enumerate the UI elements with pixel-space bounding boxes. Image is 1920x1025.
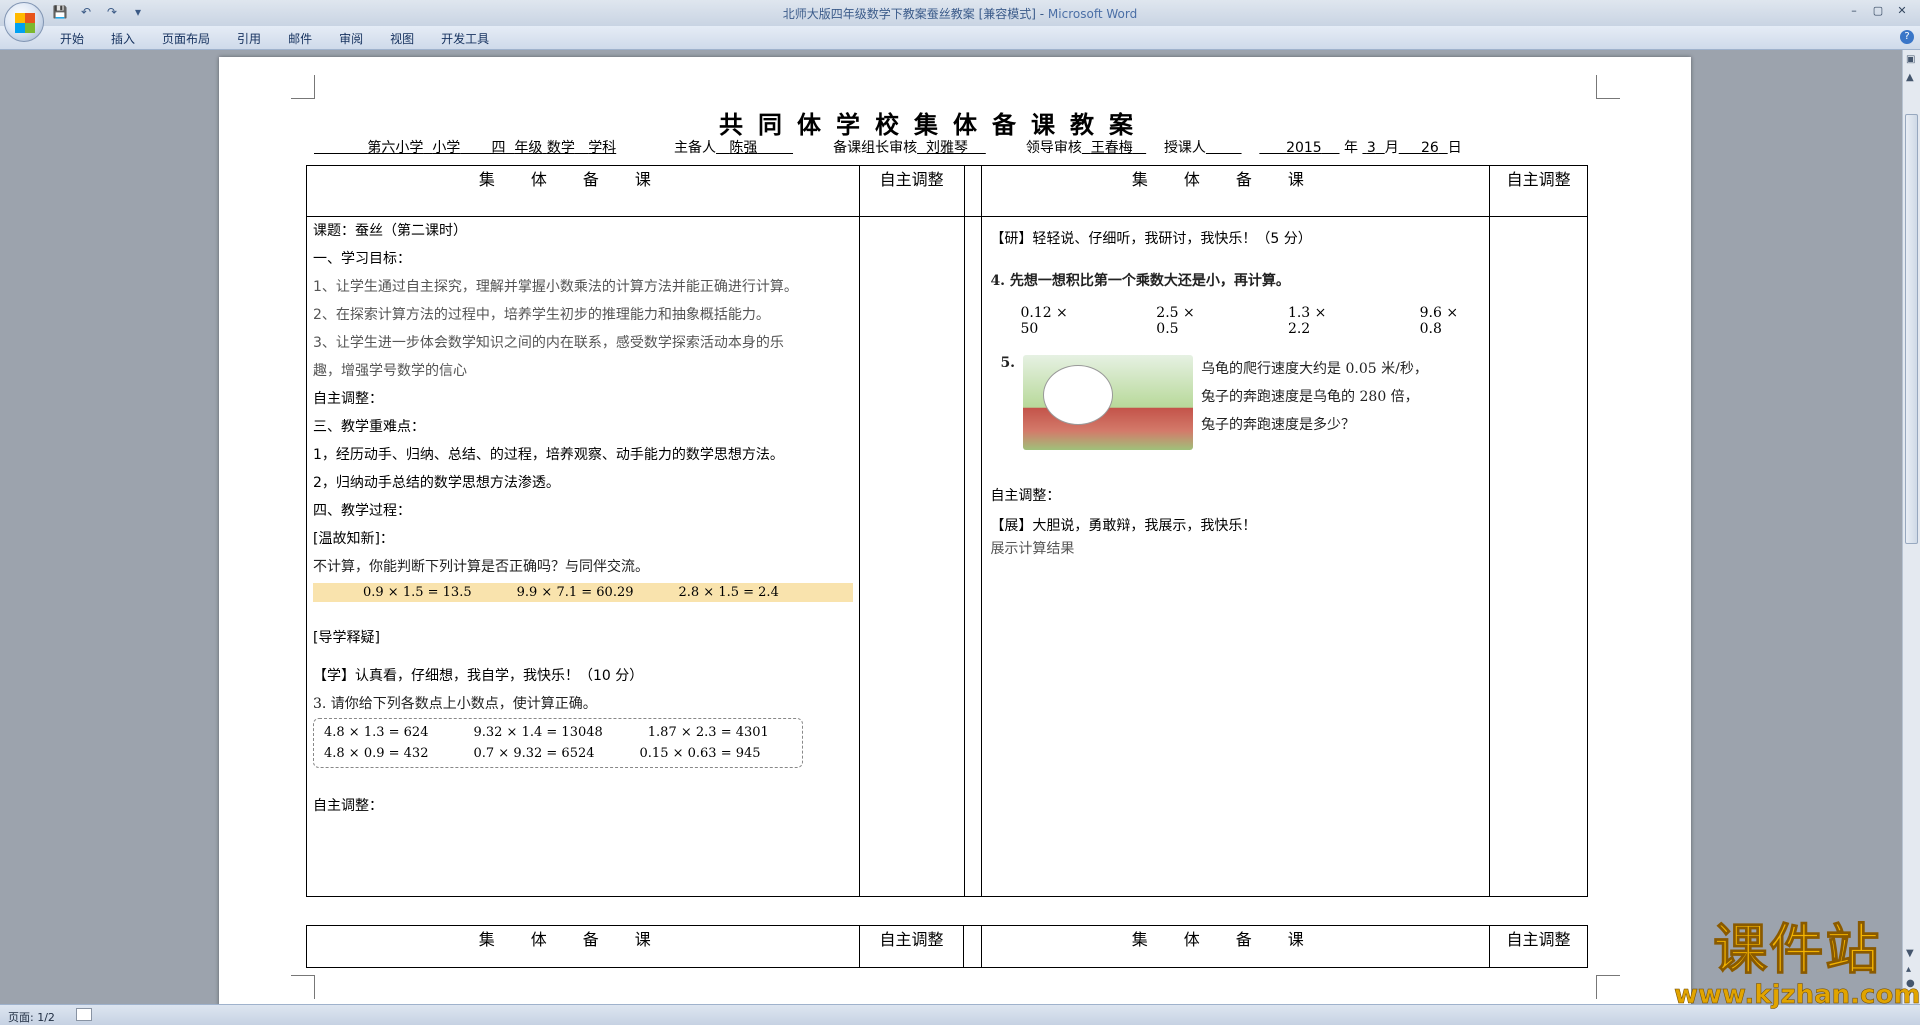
process-title: 四、教学过程： bbox=[313, 503, 411, 519]
header-gap bbox=[963, 165, 983, 217]
document-title: 共同体学校集体备课教案 bbox=[719, 110, 1148, 139]
status-bar: 页面: 1/2 bbox=[0, 1004, 1920, 1025]
tab-page-layout[interactable]: 页面布局 bbox=[162, 30, 210, 47]
tab-insert[interactable]: 插入 bbox=[111, 30, 135, 47]
header-adjust-right: 自主调整 bbox=[1489, 165, 1588, 217]
header-main-right: 集体备课 bbox=[981, 925, 1491, 968]
q3-equation: 0.15 × 0.63 = 945 bbox=[639, 746, 761, 761]
close-button[interactable]: ✕ bbox=[1890, 2, 1914, 20]
scrollbar-thumb[interactable] bbox=[1905, 114, 1918, 544]
adjust-label: 自主调整： bbox=[313, 391, 383, 407]
header-adjust-left: 自主调整 bbox=[858, 165, 965, 217]
header-adjust-left: 自主调整 bbox=[858, 925, 965, 968]
margin-corner bbox=[291, 975, 315, 999]
window-controls: – ▢ ✕ bbox=[1842, 2, 1914, 20]
lesson-plan-table-2: 集体备课 自主调整 集体备课 自主调整 bbox=[306, 925, 1588, 968]
review-equations: 0.9 × 1.5 = 13.5 9.9 × 7.1 = 60.29 2.8 ×… bbox=[313, 583, 853, 602]
header-main-right: 集体备课 bbox=[981, 165, 1491, 217]
goals-title: 一、学习目标： bbox=[313, 251, 411, 267]
question-5: 5. 乌龟的爬行速度大约是 0.05 米/秒， 兔子的奔跑速度是乌龟的 280 … bbox=[1000, 355, 1481, 450]
adjust-label: 自主调整： bbox=[990, 488, 1061, 504]
quick-access-toolbar: 💾 ↶ ↷ ▾ bbox=[52, 4, 146, 20]
question-3: 3. 请你给下列各数点上小数点，使计算正确。 bbox=[313, 696, 597, 712]
margin-corner bbox=[291, 75, 315, 99]
window-title: 北师大版四年级数学下教案蚕丝教案 [兼容模式] - Microsoft Word bbox=[782, 7, 1138, 21]
review-equation: 2.8 × 1.5 = 2.4 bbox=[678, 585, 779, 600]
document-page[interactable]: 共同体学校集体备课教案 第六小学 小学 四 年级 数学 学科 主备人 陈强 备课… bbox=[219, 57, 1691, 1007]
office-button[interactable] bbox=[4, 2, 44, 42]
help-icon[interactable]: ? bbox=[1900, 30, 1914, 44]
save-icon[interactable]: 💾 bbox=[52, 4, 68, 20]
tab-view[interactable]: 视图 bbox=[390, 30, 414, 47]
left-content-cell[interactable]: 课题：蚕丝（第二课时） 一、学习目标： 1、让学生通过自主探究，理解并掌握小数乘… bbox=[306, 216, 860, 897]
margin-corner bbox=[1596, 975, 1620, 999]
right-adjust-cell[interactable] bbox=[1489, 216, 1588, 897]
key-title: 三、教学重难点： bbox=[313, 419, 425, 435]
gap-cell bbox=[963, 216, 983, 897]
goal-item: 2、在探索计算方法的过程中，培养学生初步的推理能力和抽象概括能力。 bbox=[313, 307, 770, 323]
qat-more-icon[interactable]: ▾ bbox=[130, 4, 146, 20]
question-4-items: 0.12 × 50 2.5 × 0.5 1.3 × 2.2 9.6 × 0.8 bbox=[1020, 305, 1481, 337]
scroll-up-icon[interactable]: ▲ bbox=[1906, 72, 1914, 83]
watermark-logo: 课件站 www.kjzhan.com bbox=[1674, 918, 1920, 1010]
minimize-button[interactable]: – bbox=[1842, 2, 1866, 20]
ruler-toggle-icon[interactable]: ▣ bbox=[1906, 54, 1915, 65]
q4-item: 2.5 × 0.5 bbox=[1156, 305, 1195, 337]
research-prompt: 【研】轻轻说、仔细听，我研讨，我快乐！（5 分） bbox=[990, 231, 1312, 247]
q4-item: 1.3 × 2.2 bbox=[1287, 305, 1327, 337]
review-equation: 0.9 × 1.5 = 13.5 bbox=[363, 585, 472, 600]
q4-item: 0.12 × 50 bbox=[1020, 305, 1068, 337]
adjust-label: 自主调整： bbox=[313, 798, 383, 814]
header-adjust-right: 自主调整 bbox=[1489, 925, 1588, 968]
header-main-left: 集体备课 bbox=[306, 925, 860, 968]
rabbit-icon bbox=[1043, 365, 1114, 425]
header-gap bbox=[963, 925, 983, 968]
vertical-scrollbar[interactable]: ▣ ▲ ▼ ▴ ● ▾ bbox=[1902, 50, 1920, 1004]
tab-developer[interactable]: 开发工具 bbox=[441, 30, 489, 47]
q3-equation: 1.87 × 2.3 = 4301 bbox=[647, 725, 769, 740]
question-3-box: 4.8 × 1.3 = 624 9.32 × 1.4 = 13048 1.87 … bbox=[313, 718, 803, 768]
q3-equation: 4.8 × 1.3 = 624 bbox=[324, 725, 429, 740]
undo-icon[interactable]: ↶ bbox=[78, 4, 94, 20]
show-prompt: 【展】大胆说，勇敢辩，我展示，我快乐！ bbox=[990, 518, 1257, 534]
learn-prompt: 【学】认真看，仔细想，我自学，我快乐！（10 分） bbox=[313, 668, 644, 684]
goal-item: 1、让学生通过自主探究，理解并掌握小数乘法的计算方法并能正确进行计算。 bbox=[313, 279, 798, 295]
ribbon-tabs: 开始 插入 页面布局 引用 邮件 审阅 视图 开发工具 ? bbox=[0, 26, 1920, 50]
q4-item: 9.6 × 0.8 bbox=[1419, 305, 1459, 337]
page-indicator[interactable]: 页面: 1/2 bbox=[8, 1009, 55, 1025]
tab-references[interactable]: 引用 bbox=[237, 30, 261, 47]
tab-mailings[interactable]: 邮件 bbox=[288, 30, 312, 47]
right-content-cell[interactable]: 【研】轻轻说、仔细听，我研讨，我快乐！（5 分） 4. 先想一想积比第一个乘数大… bbox=[981, 216, 1491, 897]
tab-review[interactable]: 审阅 bbox=[339, 30, 363, 47]
lesson-topic: 课题：蚕丝（第二课时） bbox=[313, 223, 467, 239]
question-4: 4. 先想一想积比第一个乘数大还是小，再计算。 bbox=[990, 273, 1290, 289]
margin-corner bbox=[1596, 75, 1620, 99]
lesson-plan-table: 集体备课 自主调整 集体备课 自主调整 课题：蚕丝（第二课时） 一、学习目标： … bbox=[306, 165, 1588, 897]
language-icon[interactable] bbox=[76, 1008, 92, 1021]
show-result: 展示计算结果 bbox=[990, 541, 1075, 557]
maximize-button[interactable]: ▢ bbox=[1866, 2, 1890, 20]
review-title: [温故知新]： bbox=[313, 531, 394, 547]
left-adjust-cell[interactable] bbox=[858, 216, 965, 897]
q5-number: 5. bbox=[1000, 355, 1016, 371]
office-logo-icon bbox=[15, 13, 35, 33]
q5-text: 乌龟的爬行速度大约是 0.05 米/秒， 兔子的奔跑速度是乌龟的 280 倍， … bbox=[1201, 361, 1428, 433]
redo-icon[interactable]: ↷ bbox=[104, 4, 120, 20]
review-question: 不计算，你能判断下列计算是否正确吗？与同伴交流。 bbox=[313, 559, 649, 575]
tab-home[interactable]: 开始 bbox=[60, 30, 84, 47]
q3-equation: 9.32 × 1.4 = 13048 bbox=[473, 725, 603, 740]
key-item: 2，归纳动手总结的数学思想方法渗透。 bbox=[313, 475, 560, 491]
guide-title: [导学释疑] bbox=[313, 630, 380, 646]
q3-equation: 0.7 × 9.32 = 6524 bbox=[473, 746, 595, 761]
info-line: 第六小学 小学 四 年级 数学 学科 主备人 陈强 备课组长审核 刘雅琴 领导审… bbox=[367, 140, 1462, 156]
goal-item: 趣，增强学号数学的信心 bbox=[313, 363, 467, 379]
q3-equation: 4.8 × 0.9 = 432 bbox=[324, 746, 429, 761]
review-equation: 9.9 × 7.1 = 60.29 bbox=[516, 585, 634, 600]
rabbit-turtle-image bbox=[1023, 355, 1194, 450]
key-item: 1，经历动手、归纳、总结、的过程，培养观察、动手能力的数学思想方法。 bbox=[313, 447, 784, 463]
title-bar: 北师大版四年级数学下教案蚕丝教案 [兼容模式] - Microsoft Word… bbox=[0, 0, 1920, 26]
goal-item: 3、让学生进一步体会数学知识之间的内在联系，感受数学探索活动本身的乐 bbox=[313, 335, 784, 351]
header-main-left: 集体备课 bbox=[306, 165, 860, 217]
